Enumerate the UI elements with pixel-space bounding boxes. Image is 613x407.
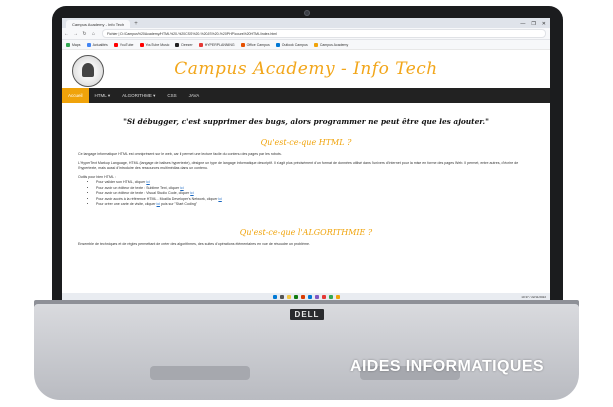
- html-description: L'HyperText Markup Language, HTML (langa…: [78, 160, 519, 171]
- bookmark-favicon-icon: [86, 42, 91, 47]
- bookmark-favicon-icon: [175, 42, 180, 47]
- list-item: Pour créer une carte de visite, cliquer …: [96, 202, 534, 208]
- bookmark-item[interactable]: Deezer: [175, 42, 193, 47]
- taskbar-app-icon[interactable]: [321, 294, 326, 299]
- bookmark-item[interactable]: Campus Academy: [313, 42, 349, 47]
- bookmarks-bar: Maps Actualités YouTube YouTube Music Deezer…: [62, 40, 550, 50]
- bookmark-label: Office Campus: [246, 42, 270, 47]
- reload-icon[interactable]: ↻: [80, 31, 89, 37]
- tool-text: Pour avoir un éditeur de texte : Sublime…: [96, 185, 180, 190]
- bookmark-label: HYPERPLANNING: [204, 42, 235, 47]
- tool-link[interactable]: ici: [218, 197, 221, 201]
- html-heading: Qu'est-ce-que HTML ?: [260, 138, 352, 147]
- tool-link[interactable]: ici: [180, 186, 183, 190]
- page-quote: "Si débugger, c'est supprimer des bugs, …: [123, 117, 489, 126]
- close-icon[interactable]: ✕: [542, 21, 546, 27]
- taskbar-app-icon[interactable]: [279, 294, 284, 299]
- bookmark-favicon-icon: [139, 42, 144, 47]
- taskbar-app-icon[interactable]: [328, 294, 333, 299]
- address-bar: ← → ↻ ⌂ Fichier | D:/Campus%20Academy/HT…: [62, 28, 550, 40]
- taskbar-app-icon[interactable]: [300, 294, 305, 299]
- url-input[interactable]: Fichier | D:/Campus%20Academy/HTML%20-%2…: [102, 29, 546, 38]
- bookmark-label: Deezer: [181, 42, 193, 47]
- taskbar-app-icon[interactable]: [272, 294, 277, 299]
- tool-link[interactable]: ici: [146, 180, 149, 184]
- bookmark-item[interactable]: Office Campus: [240, 42, 270, 47]
- tool-suffix: puis sur "Start Coding": [160, 202, 198, 206]
- watermark-text: AIDES INFORMATIQUES: [350, 358, 544, 375]
- back-icon[interactable]: ←: [62, 31, 71, 37]
- laptop-screen: Campus Academy - Info Tech + — ❐ ✕ ← → ↻…: [62, 18, 550, 300]
- main-content: "Si débugger, c'est supprimer des bugs, …: [62, 103, 550, 256]
- minimize-icon[interactable]: —: [520, 21, 525, 27]
- tool-text: Pour avoir accès à la référence HTML - M…: [96, 196, 218, 201]
- windows-taskbar: 10:37 / 22/11/2022: [62, 293, 550, 300]
- taskbar-app-icon[interactable]: [314, 294, 319, 299]
- bookmark-item[interactable]: HYPERPLANNING: [198, 42, 235, 47]
- forward-icon[interactable]: →: [71, 31, 80, 37]
- algo-description: Ensemble de techniques et de règles perm…: [78, 241, 311, 246]
- bookmark-favicon-icon: [275, 42, 280, 47]
- tool-text: Pour avoir un éditeur de texte : Visual …: [96, 191, 190, 195]
- bookmark-favicon-icon: [240, 42, 245, 47]
- bookmark-label: Actualités: [92, 42, 108, 47]
- bookmark-label: YouTube: [119, 42, 134, 47]
- browser-tab[interactable]: Campus Academy - Info Tech: [66, 20, 131, 28]
- taskbar-app-icon[interactable]: [335, 294, 340, 299]
- window-controls: — ❐ ✕: [520, 19, 550, 28]
- left-vent: [150, 366, 250, 380]
- bookmark-item[interactable]: YouTube: [113, 42, 134, 47]
- maximize-icon[interactable]: ❐: [531, 21, 535, 27]
- bookmark-favicon-icon: [198, 42, 203, 47]
- site-title: Campus Academy - Info Tech: [174, 59, 438, 79]
- tool-link[interactable]: ici: [190, 191, 193, 195]
- browser-tab-strip: Campus Academy - Info Tech + — ❐ ✕: [62, 18, 550, 28]
- bookmark-favicon-icon: [66, 42, 70, 47]
- campus-logo: [72, 55, 104, 87]
- taskbar-app-icon[interactable]: [293, 294, 298, 299]
- bookmark-label: YouTube Music: [145, 42, 170, 47]
- bookmark-label: Maps: [72, 42, 81, 47]
- nav-item-css[interactable]: CSS: [161, 88, 182, 103]
- nav-item-algorithme[interactable]: ALGORITHME ▾: [116, 88, 161, 103]
- nav-item-java[interactable]: JAVA: [183, 88, 206, 103]
- bookmark-favicon-icon: [113, 42, 118, 47]
- tools-list: Pour valider son HTML, cliquer iciPour a…: [78, 180, 534, 208]
- dell-logo: DELL: [290, 309, 324, 320]
- bookmark-favicon-icon: [313, 42, 318, 47]
- taskbar-clock[interactable]: 10:37 / 22/11/2022: [521, 295, 546, 299]
- taskbar-app-icon[interactable]: [286, 294, 291, 299]
- taskbar-app-icon[interactable]: [307, 294, 312, 299]
- nav-item-accueil[interactable]: Accueil: [62, 88, 89, 103]
- bookmark-item[interactable]: Outlook Campus: [275, 42, 308, 47]
- webcam-icon: [304, 10, 310, 16]
- bookmark-label: Campus Academy: [319, 42, 349, 47]
- tool-text: Pour créer une carte de visite, cliquer: [96, 202, 156, 206]
- bookmark-label: Outlook Campus: [281, 42, 308, 47]
- home-icon[interactable]: ⌂: [89, 31, 98, 37]
- html-intro: Ce langage informatique HTML est omnipré…: [78, 152, 282, 156]
- bookmark-item[interactable]: YouTube Music: [139, 42, 170, 47]
- site-header: Campus Academy - Info Tech: [62, 50, 550, 88]
- bookmark-item[interactable]: Maps: [66, 42, 81, 47]
- site-nav: Accueil HTML ▾ ALGORITHME ▾ CSS JAVA: [62, 88, 550, 103]
- tool-link[interactable]: ici: [157, 202, 160, 206]
- bookmark-item[interactable]: Actualités: [86, 42, 108, 47]
- tab-title: Campus Academy - Info Tech: [72, 21, 125, 27]
- tool-text: Pour valider son HTML, cliquer: [96, 180, 146, 184]
- new-tab-button[interactable]: +: [134, 20, 138, 28]
- nav-item-html[interactable]: HTML ▾: [89, 88, 117, 103]
- algo-heading: Qu'est-ce-que l'ALGORITHMIE ?: [239, 227, 373, 237]
